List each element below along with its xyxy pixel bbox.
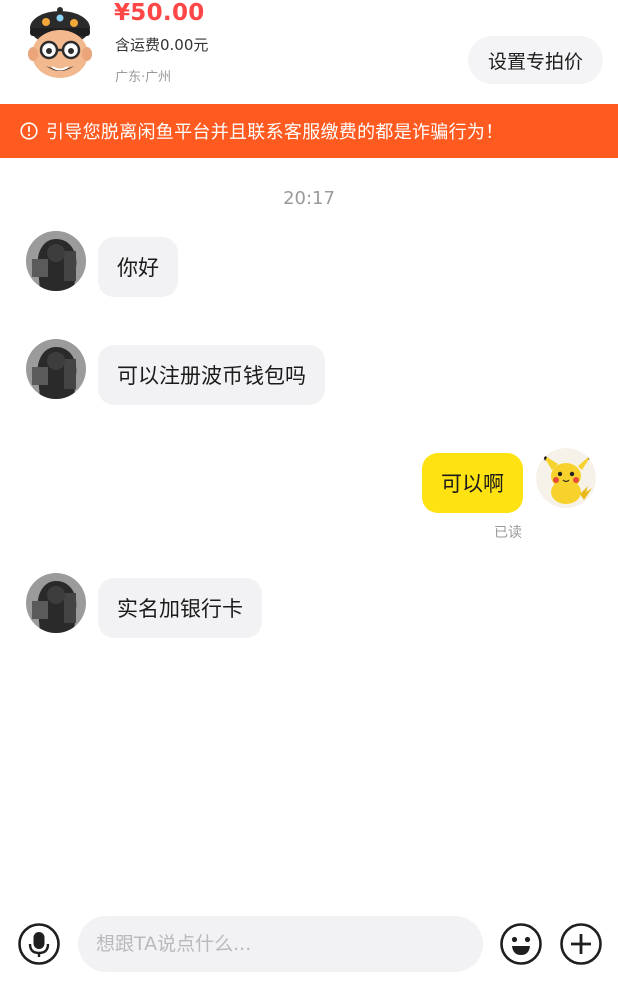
chat-screen: ¥50.00 含运费0.00元 广东·广州 设置专拍价 引导您脱离闲鱼平台并且联… (0, 0, 618, 992)
message-input-bar (0, 904, 618, 992)
info-circle-icon (20, 122, 38, 140)
seller-avatar[interactable] (24, 6, 96, 82)
message-bubble-outgoing[interactable]: 可以啊 (422, 453, 523, 513)
fraud-warning-banner: 引导您脱离闲鱼平台并且联系客服缴费的都是诈骗行为！ (0, 104, 618, 158)
message-timestamp: 20:17 (283, 188, 335, 209)
cartoon-avatar-icon (28, 7, 92, 78)
plus-icon[interactable] (559, 922, 603, 966)
my-avatar[interactable] (536, 448, 596, 508)
warning-text: 引导您脱离闲鱼平台并且联系客服缴费的都是诈骗行为！ (46, 122, 504, 143)
item-header: ¥50.00 含运费0.00元 广东·广州 设置专拍价 (0, 0, 618, 104)
pikachu-avatar-icon (536, 448, 596, 508)
contact-avatar[interactable] (26, 573, 86, 633)
microphone-icon[interactable] (17, 922, 61, 966)
message-input[interactable] (78, 916, 483, 972)
photo-avatar-icon (26, 573, 86, 633)
shipping-fee: 含运费0.00元 (115, 36, 209, 54)
photo-avatar-icon (26, 231, 86, 291)
message-bubble-incoming[interactable]: 你好 (98, 237, 178, 297)
emoji-icon[interactable] (499, 922, 543, 966)
photo-avatar-icon (26, 339, 86, 399)
seller-location: 广东·广州 (115, 70, 172, 85)
set-special-price-button[interactable]: 设置专拍价 (468, 36, 603, 84)
read-status: 已读 (494, 525, 522, 541)
contact-avatar[interactable] (26, 339, 86, 399)
message-bubble-incoming[interactable]: 实名加银行卡 (98, 578, 262, 638)
item-price: ¥50.00 (114, 0, 205, 26)
message-bubble-incoming[interactable]: 可以注册波币钱包吗 (98, 345, 325, 405)
contact-avatar[interactable] (26, 231, 86, 291)
